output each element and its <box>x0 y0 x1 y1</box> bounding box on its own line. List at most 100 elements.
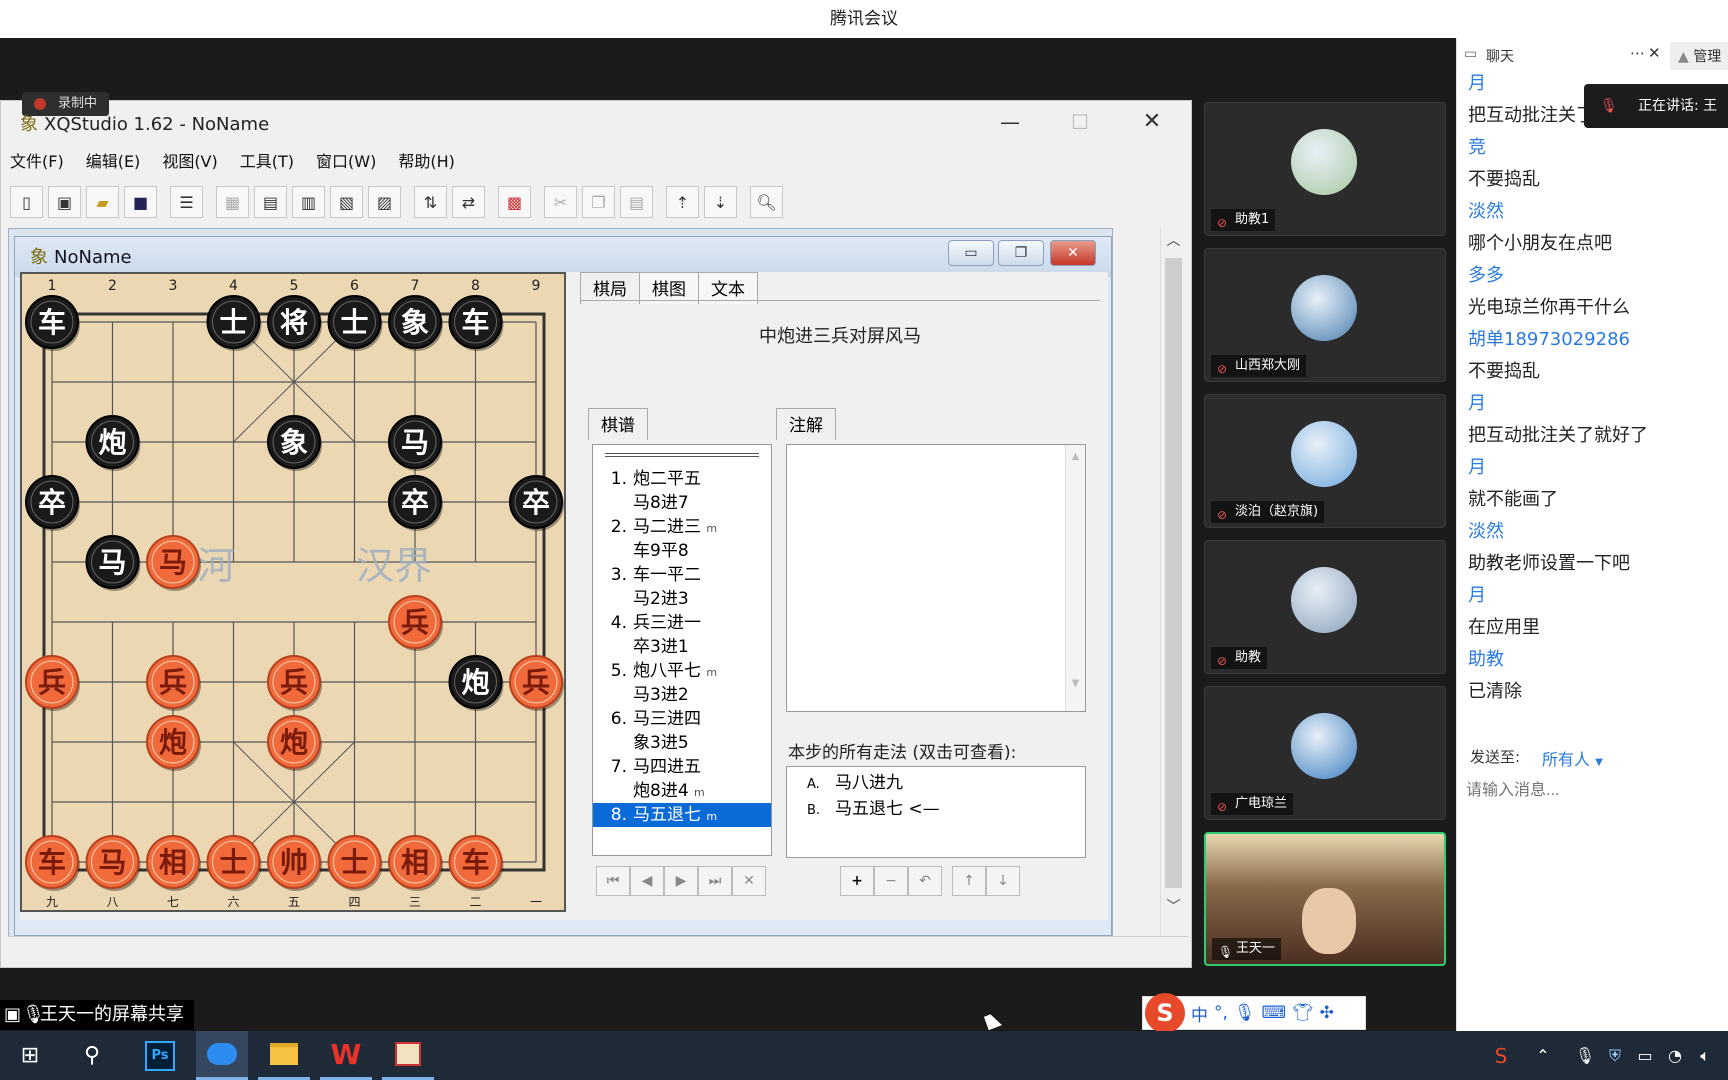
flip-horizontal-icon[interactable]: ⇄ <box>452 186 485 218</box>
start-icon[interactable]: ⊞ <box>4 1031 56 1080</box>
keyboard-icon[interactable]: ⌨ <box>1262 1003 1287 1023</box>
chat-tab[interactable]: 聊天 <box>1486 46 1514 66</box>
child-restore-button[interactable]: ❐ <box>998 240 1044 266</box>
menu-file[interactable]: 文件(F) <box>10 148 64 174</box>
tray-mic-icon[interactable]: 🎙︎ <box>1572 1031 1598 1080</box>
move-row-red[interactable]: 1. 炮二平五 <box>593 467 771 491</box>
tab-record[interactable]: 棋谱 <box>588 408 648 440</box>
export-icon[interactable]: ▤ <box>254 186 287 218</box>
scroll-down-icon[interactable]: ▼ <box>1066 678 1085 689</box>
main-scroll-up-icon[interactable]: ︿ <box>1161 230 1186 250</box>
menu-view[interactable]: 视图(V) <box>162 148 217 174</box>
notes-textarea[interactable]: ▲ ▼ <box>786 444 1086 712</box>
ime-mode[interactable]: 中 <box>1191 1001 1208 1026</box>
move-row-red[interactable]: 7. 马四进五 <box>593 755 771 779</box>
next-move-button[interactable]: ▶ <box>664 866 698 896</box>
tray-battery-icon[interactable]: ▭ <box>1632 1031 1658 1080</box>
notes-scrollbar[interactable]: ▲ ▼ <box>1065 445 1085 711</box>
scroll-thumb[interactable] <box>1165 258 1182 888</box>
move-row-black[interactable]: 象3进5 <box>593 731 771 755</box>
scroll-up-icon[interactable]: ▲ <box>1066 451 1085 462</box>
move-row-black[interactable]: 马2进3 <box>593 587 771 611</box>
first-move-button[interactable]: ⏮ <box>596 866 630 896</box>
close-button[interactable]: ✕ <box>1132 108 1172 136</box>
variant-item[interactable]: A. 马八进九 <box>807 771 1085 797</box>
menu-tools[interactable]: 工具(T) <box>240 148 294 174</box>
undo-variant-button[interactable]: ↶ <box>908 866 942 896</box>
more-icon[interactable]: ⋯ <box>1630 44 1645 62</box>
chess-board[interactable]: 楚河 汉界 123456789九八七六五四三二一 车士将士象车炮象马卒卒卒马马兵… <box>20 272 566 912</box>
toolbox-icon[interactable]: ✣ <box>1320 1003 1334 1023</box>
move-up-icon[interactable]: ⇡ <box>666 186 699 218</box>
child-minimize-button[interactable]: ▭ <box>948 240 994 266</box>
variants-list[interactable]: A. 马八进九 B. 马五退七 <— <box>786 766 1086 858</box>
move-row-red[interactable]: 8. 马五退七 m <box>593 803 771 827</box>
tray-volume-icon[interactable]: 🔈︎ <box>1692 1031 1718 1080</box>
main-scroll-down-icon[interactable]: ﹀ <box>1161 896 1186 916</box>
move-row-black[interactable]: 马3进2 <box>593 683 771 707</box>
tencent-meeting-icon[interactable] <box>196 1031 248 1080</box>
delete-move-button[interactable]: ✕ <box>732 866 766 896</box>
menu-help[interactable]: 帮助(H) <box>398 148 455 174</box>
punctuation-icon[interactable]: °, <box>1214 1003 1228 1023</box>
move-row-red[interactable]: 6. 马三进四 <box>593 707 771 731</box>
variant-up-button[interactable]: ↑ <box>952 866 986 896</box>
move-row-red[interactable]: 3. 车一平二 <box>593 563 771 587</box>
cut-icon[interactable]: ✂ <box>544 186 577 218</box>
manage-tab[interactable]: ▲ 管理 <box>1670 42 1728 70</box>
list-icon[interactable]: ☰ <box>170 186 203 218</box>
move-list[interactable]: 1. 炮二平五 马8进7 2. 马二进三 m 车9平8 3. 车一平二 马2进3 4. 兵三进一 卒3… <box>592 444 772 856</box>
xqstudio-taskbar-icon[interactable] <box>382 1031 434 1080</box>
tray-expand-icon[interactable]: ⌃ <box>1530 1031 1556 1080</box>
board-grid-icon[interactable]: ▩ <box>498 186 531 218</box>
participant-tile[interactable]: ⊘ 淡泊（赵京旗) <box>1204 394 1446 528</box>
move-row-black[interactable]: 车9平8 <box>593 539 771 563</box>
tray-network-icon[interactable]: ◔ <box>1662 1031 1688 1080</box>
move-row-black[interactable]: 炮8进4 m <box>593 779 771 803</box>
new-file-icon[interactable]: ▯ <box>10 186 43 218</box>
maximize-button[interactable]: ☐ <box>1060 108 1100 136</box>
flip-vertical-icon[interactable]: ⇅ <box>414 186 447 218</box>
minimize-button[interactable]: — <box>990 108 1030 136</box>
menu-edit[interactable]: 编辑(E) <box>86 148 141 174</box>
copy-board-icon[interactable]: ▧ <box>330 186 363 218</box>
search-icon[interactable]: ⚲ <box>66 1031 118 1080</box>
add-variant-button[interactable]: + <box>840 866 874 896</box>
child-close-button[interactable]: ✕ <box>1050 240 1096 266</box>
photoshop-icon[interactable]: Ps <box>134 1031 186 1080</box>
wps-icon[interactable]: W <box>320 1031 372 1080</box>
chat-close-icon[interactable]: ✕ <box>1648 44 1661 62</box>
chat-input[interactable] <box>1466 776 1716 806</box>
move-down-icon[interactable]: ⇣ <box>704 186 737 218</box>
variant-item[interactable]: B. 马五退七 <— <box>807 797 1085 823</box>
move-row-red[interactable]: 4. 兵三进一 <box>593 611 771 635</box>
new-template-icon[interactable]: ▣ <box>48 186 81 218</box>
skin-icon[interactable]: 👕︎ <box>1292 1003 1314 1023</box>
import-icon[interactable]: ▥ <box>292 186 325 218</box>
tab-notes[interactable]: 注解 <box>776 408 836 440</box>
menu-window[interactable]: 窗口(W) <box>316 148 376 174</box>
last-move-button[interactable]: ⏭ <box>698 866 732 896</box>
paste-board-icon[interactable]: ▨ <box>368 186 401 218</box>
voice-input-icon[interactable]: 🎙︎ <box>1234 1003 1256 1023</box>
send-to-select[interactable]: 所有人 ▼ <box>1542 746 1603 770</box>
move-row-red[interactable]: 2. 马二进三 m <box>593 515 771 539</box>
remove-variant-button[interactable]: − <box>874 866 908 896</box>
move-row-black[interactable]: 卒3进1 <box>593 635 771 659</box>
participant-tile[interactable]: 🎙︎ 王天一 <box>1204 832 1446 966</box>
print-preview-icon[interactable]: 🔍︎ <box>750 186 783 218</box>
participant-tile[interactable]: ⊘ 助教 <box>1204 540 1446 674</box>
participant-tile[interactable]: ⊘ 山西郑大刚 <box>1204 248 1446 382</box>
paste-icon[interactable]: ▤ <box>620 186 653 218</box>
sogou-tray-icon[interactable]: S <box>1476 1031 1526 1080</box>
move-row-black[interactable]: 马8进7 <box>593 491 771 515</box>
move-row-red[interactable]: 5. 炮八平七 m <box>593 659 771 683</box>
participant-tile[interactable]: ⊘ 助教1 <box>1204 102 1446 236</box>
save-icon[interactable]: ■ <box>124 186 157 218</box>
participant-tile[interactable]: ⊘ 广电琼兰 <box>1204 686 1446 820</box>
variant-down-button[interactable]: ↓ <box>986 866 1020 896</box>
open-folder-icon[interactable]: ▰ <box>86 186 119 218</box>
prev-move-button[interactable]: ◀ <box>630 866 664 896</box>
tray-security-icon[interactable]: ⛨ <box>1602 1031 1628 1080</box>
file-explorer-icon[interactable] <box>258 1031 310 1080</box>
